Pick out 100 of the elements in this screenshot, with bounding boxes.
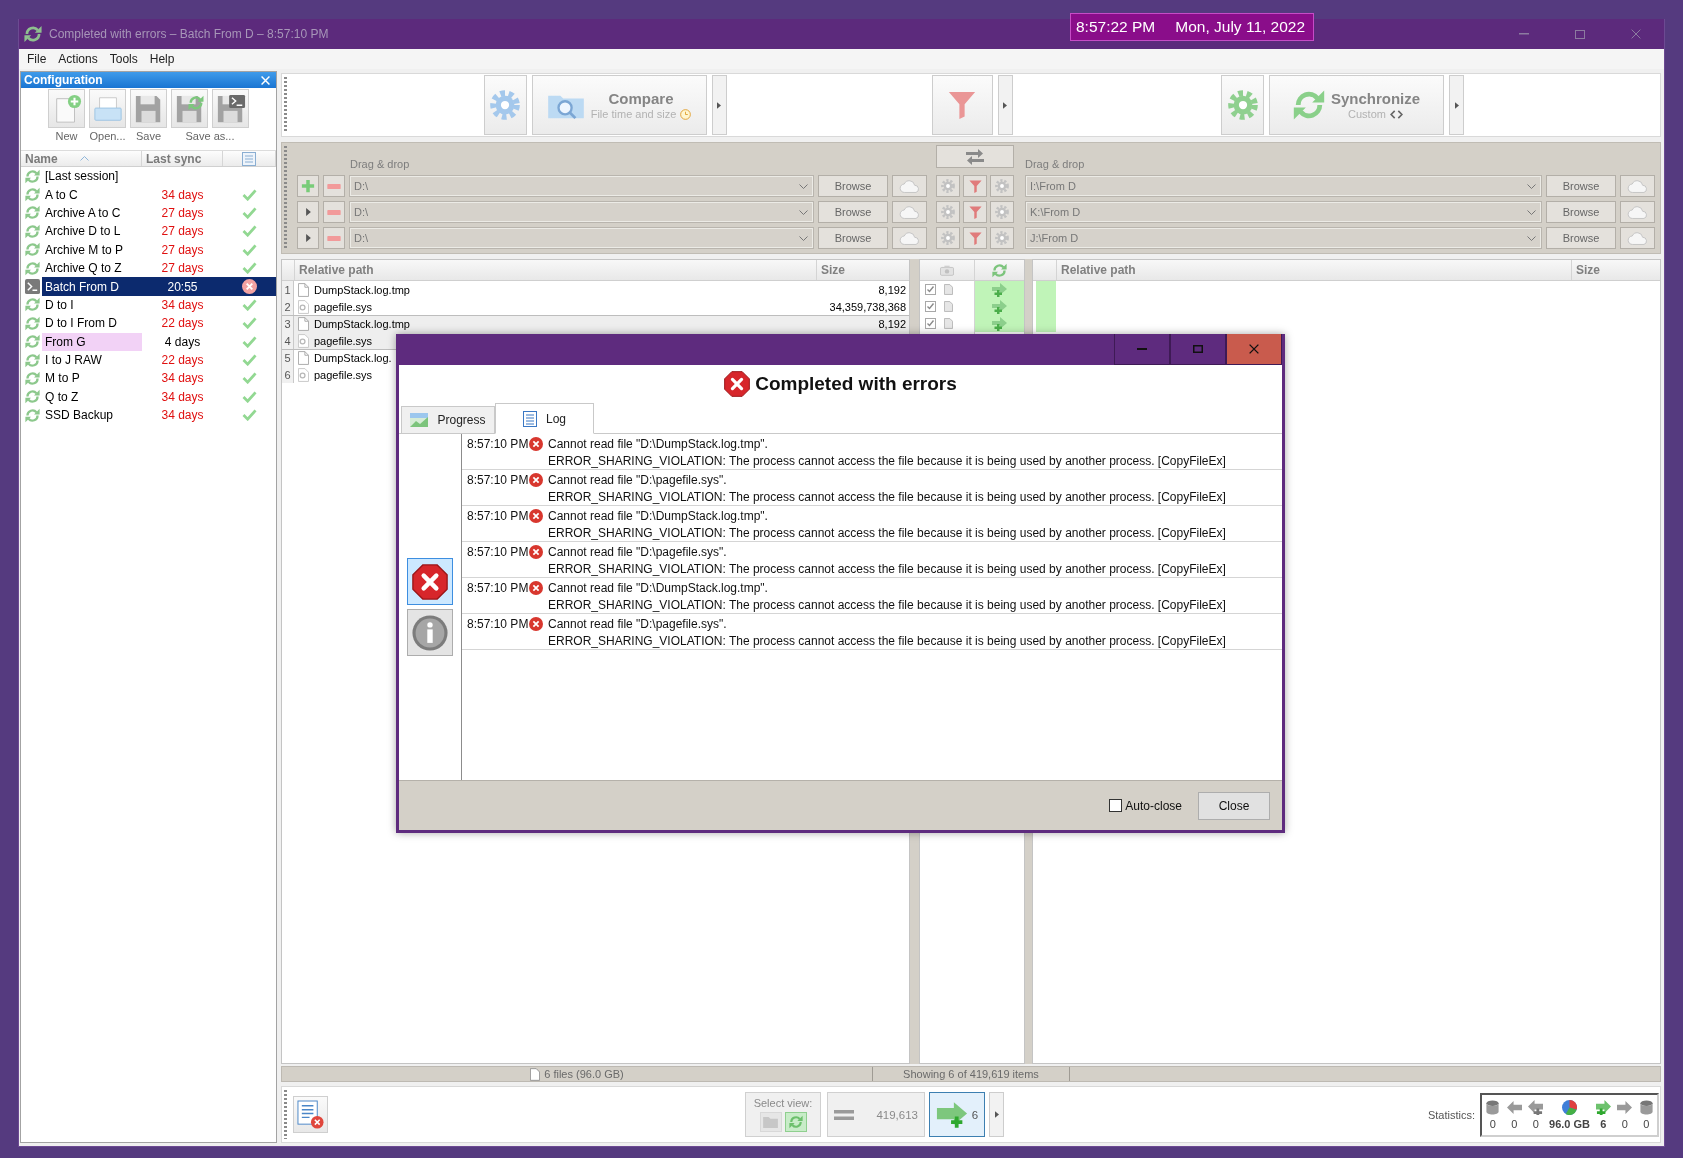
pair-settings-button[interactable] [936, 227, 960, 249]
row-number: 5 [282, 350, 294, 366]
pair-settings-button[interactable] [936, 175, 960, 197]
dropdown-button[interactable] [997, 75, 1013, 135]
dropdown-button[interactable] [989, 1092, 1004, 1137]
config-row[interactable]: [Last session] [42, 167, 276, 186]
last-sync-time: 34 days [161, 408, 204, 423]
log-filter-button[interactable] [407, 558, 453, 605]
app-sync-icon [24, 25, 42, 43]
log-message: Cannot read file "D:\pagefile.sys". [548, 616, 727, 631]
sync-icon [25, 205, 40, 221]
config-row[interactable]: I to J RAW 22 days [42, 350, 276, 370]
column-header[interactable]: Relative path [299, 263, 374, 277]
config-row[interactable]: Archive D to L 27 days [42, 222, 276, 241]
window-title: Completed with errors – Batch From D – 8:57:10 PM [49, 27, 329, 41]
pair-settings-button[interactable] [990, 227, 1014, 249]
browse-button[interactable]: Browse [1546, 201, 1616, 223]
pair-filter-button[interactable] [963, 175, 987, 197]
pair-settings-button[interactable] [990, 175, 1014, 197]
menu-item[interactable]: Tools [109, 52, 138, 66]
config-row[interactable]: SSD Backup 34 days [42, 406, 276, 425]
log-button[interactable] [293, 1096, 328, 1133]
config-row[interactable]: Q to Z 34 days [42, 387, 276, 407]
toolbar-label: Save as... [185, 130, 235, 142]
row-checkbox[interactable] [925, 318, 936, 329]
cloud-button[interactable] [1620, 227, 1655, 249]
toolbar-button[interactable] [212, 89, 249, 128]
row-number: 2 [282, 298, 294, 315]
pair-filter-button[interactable] [963, 201, 987, 223]
browse-button[interactable]: Browse [818, 201, 888, 223]
browse-button[interactable]: Browse [818, 175, 888, 197]
config-row[interactable]: From G 4 days [42, 332, 276, 351]
file-icon [944, 301, 953, 312]
dialog-heading: Completed with errors [755, 373, 957, 395]
cloud-button[interactable] [892, 175, 927, 197]
pair-filter-button[interactable] [963, 227, 987, 249]
config-row[interactable]: A to C 34 days [42, 185, 276, 204]
close-dialog-button[interactable]: Close [1198, 791, 1270, 820]
close-button[interactable] [1226, 334, 1282, 365]
config-row[interactable]: D to I 34 days [42, 295, 276, 315]
grip-handle[interactable] [284, 1090, 287, 1139]
log-time: 8:57:10 PM [467, 616, 529, 631]
config-row[interactable]: M to P 34 days [42, 369, 276, 388]
expand-button[interactable] [297, 227, 319, 249]
menu-item[interactable]: Help [149, 52, 175, 66]
row-checkbox[interactable] [925, 301, 936, 312]
cloud-button[interactable] [892, 201, 927, 223]
filter-button[interactable] [931, 75, 993, 135]
file-icon [944, 318, 953, 329]
column-header[interactable]: Relative path [1061, 263, 1136, 277]
sync-action-cell[interactable] [975, 315, 1024, 332]
dropdown-button[interactable] [711, 75, 727, 135]
error-icon [529, 616, 543, 631]
browse-button[interactable]: Browse [1546, 227, 1616, 249]
file-row[interactable]: 3 DumpStack.log.tmp 8,192 [282, 315, 909, 332]
cloud-button[interactable] [1620, 201, 1655, 223]
view-filter-button[interactable]: 6 [929, 1092, 985, 1137]
config-row[interactable]: Archive Q to Z 27 days [42, 258, 276, 278]
toolbar-button[interactable] [130, 89, 167, 128]
cloud-button[interactable] [892, 227, 927, 249]
row-checkbox[interactable] [925, 284, 936, 295]
menu-item[interactable]: Actions [58, 52, 98, 66]
column-header[interactable]: Last sync [146, 151, 202, 166]
config-row[interactable]: Archive A to C 27 days [42, 203, 276, 223]
toolbar-button[interactable] [171, 89, 208, 128]
compare-settings-button[interactable] [483, 75, 527, 135]
browse-button[interactable]: Browse [1546, 175, 1616, 197]
grip-handle[interactable] [284, 77, 287, 133]
sync-action-cell[interactable] [975, 281, 1024, 298]
config-row[interactable]: Batch From D 20:55 [42, 277, 276, 296]
config-name: Archive A to C [45, 205, 121, 220]
minimize-button[interactable] [1114, 334, 1170, 365]
config-row[interactable]: Archive M to P 27 days [42, 240, 276, 259]
dropdown-caret-icon [1527, 235, 1536, 241]
log-filter-button[interactable] [407, 609, 453, 656]
maximize-button[interactable] [1170, 334, 1226, 365]
checkbox[interactable] [1109, 799, 1123, 812]
file-size: 8,192 [878, 283, 906, 296]
view-toggle-button[interactable] [759, 1112, 782, 1132]
sync-settings-button[interactable] [1221, 75, 1264, 135]
sync-icon [25, 334, 40, 350]
dropdown-button[interactable] [1449, 75, 1464, 135]
expand-button[interactable] [297, 201, 319, 223]
view-toggle-button[interactable] [784, 1112, 807, 1132]
config-row[interactable]: D to I From D 22 days [42, 314, 276, 333]
grip-handle[interactable] [284, 146, 287, 250]
drag-drop-label: Drag & drop [350, 158, 410, 170]
log-detail: ERROR_SHARING_VIOLATION: The process cannot access the file because it is being used by another process. [CopyFileEx] [548, 633, 1226, 648]
menu-item[interactable]: File [27, 52, 47, 66]
last-sync-time: 27 days [161, 205, 204, 220]
browse-button[interactable]: Browse [818, 227, 888, 249]
cloud-icon [1626, 179, 1649, 193]
column-header[interactable]: Name [25, 151, 58, 166]
cloud-button[interactable] [1620, 175, 1655, 197]
swap-sides-button[interactable] [936, 145, 1014, 168]
tab[interactable]: Progress [401, 406, 495, 433]
pair-settings-button[interactable] [936, 201, 960, 223]
pair-settings-button[interactable] [990, 201, 1014, 223]
tab[interactable]: Log [495, 403, 594, 434]
equal-sign-icon [834, 1109, 854, 1120]
